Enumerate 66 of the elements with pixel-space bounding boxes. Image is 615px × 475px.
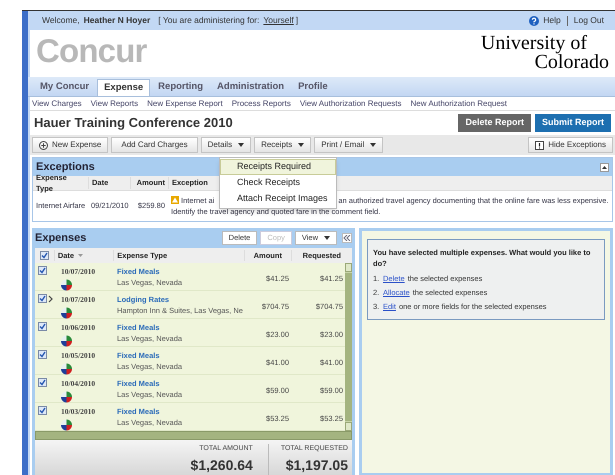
admin-text: [ You are administering for: bbox=[158, 14, 260, 27]
checkbox[interactable] bbox=[38, 406, 47, 415]
exclamation-icon bbox=[535, 140, 544, 150]
collapse-button[interactable] bbox=[600, 162, 609, 172]
double-chevron-left-icon bbox=[343, 235, 351, 241]
pie-icon bbox=[61, 391, 72, 404]
plus-circle-icon bbox=[39, 140, 48, 150]
help-icon bbox=[529, 16, 540, 26]
collapse-panel-button[interactable] bbox=[342, 233, 352, 243]
pie-icon bbox=[61, 419, 72, 432]
sort-icon bbox=[78, 254, 84, 257]
hide-exceptions-button[interactable]: Hide Exceptions bbox=[528, 137, 613, 153]
total-requested: $1,197.05 bbox=[286, 456, 348, 474]
subnav-link[interactable]: View Reports bbox=[90, 98, 138, 110]
subnav-link[interactable]: View Charges bbox=[32, 98, 82, 110]
caret-icon bbox=[370, 143, 376, 147]
total-amount: $1,260.64 bbox=[190, 456, 253, 474]
logo: Concur bbox=[36, 31, 147, 71]
submit-report-button[interactable]: Submit Report bbox=[535, 114, 611, 132]
welcome-text: Welcome, bbox=[42, 14, 80, 27]
menu-item[interactable]: Attach Receipt Images bbox=[220, 191, 336, 207]
checkbox[interactable] bbox=[38, 350, 47, 359]
caret-icon bbox=[238, 143, 244, 147]
organization-name: University of bbox=[480, 34, 588, 53]
organization-name: Colorado bbox=[534, 53, 609, 72]
new-expense-button[interactable]: New Expense bbox=[32, 137, 108, 153]
pie-icon bbox=[61, 307, 72, 320]
receipts-button[interactable]: Receipts bbox=[254, 137, 312, 153]
pie-icon bbox=[61, 335, 72, 348]
pie-icon bbox=[61, 279, 72, 292]
nav-tab[interactable]: Expense bbox=[97, 79, 150, 96]
exceptions-title: Exceptions bbox=[36, 160, 95, 174]
print-email-button[interactable]: Print / Email bbox=[314, 137, 384, 153]
subnav-link[interactable]: View Authorization Requests bbox=[300, 98, 402, 110]
subnav-link[interactable]: New Expense Report bbox=[147, 98, 223, 110]
logout-link[interactable]: Log Out bbox=[574, 14, 604, 27]
caret-icon bbox=[298, 143, 304, 147]
menu-item[interactable]: Receipts Required bbox=[220, 159, 336, 175]
details-button[interactable]: Details bbox=[200, 137, 252, 153]
checkbox[interactable] bbox=[38, 266, 47, 275]
delete-report-button[interactable]: Delete Report bbox=[458, 114, 531, 132]
subnav-link[interactable]: New Authorization Request bbox=[410, 98, 508, 110]
checkbox[interactable] bbox=[38, 294, 47, 303]
nav-tab[interactable]: Administration bbox=[211, 79, 290, 96]
nav-tab[interactable]: Reporting bbox=[152, 79, 210, 96]
add-card-charges-button[interactable]: Add Card Charges bbox=[111, 137, 198, 153]
warning-icon bbox=[171, 196, 179, 204]
horizontal-scrollbar[interactable] bbox=[35, 431, 352, 440]
report-title: Hauer Training Conference 2010 bbox=[34, 114, 233, 132]
chevron-right-icon[interactable] bbox=[48, 294, 53, 302]
caret-up-icon bbox=[602, 166, 607, 168]
checkbox[interactable] bbox=[38, 378, 47, 387]
scrollbar[interactable] bbox=[345, 263, 352, 431]
user-name: Heather N Hoyer bbox=[84, 14, 150, 27]
checkbox[interactable] bbox=[38, 322, 47, 331]
yourself-link[interactable]: Yourself bbox=[263, 14, 294, 27]
pie-icon bbox=[61, 363, 72, 376]
bracket-text: ] bbox=[296, 14, 298, 27]
subnav-link[interactable]: Process Reports bbox=[232, 98, 291, 110]
nav-tab[interactable]: My Concur bbox=[34, 79, 96, 96]
menu-item[interactable]: Check Receipts bbox=[220, 175, 336, 191]
nav-tab[interactable]: Profile bbox=[292, 79, 334, 96]
help-link[interactable]: Help bbox=[543, 14, 561, 27]
expenses-title: Expenses bbox=[35, 230, 88, 246]
caret-icon bbox=[324, 236, 330, 240]
checkbox[interactable] bbox=[40, 251, 49, 260]
